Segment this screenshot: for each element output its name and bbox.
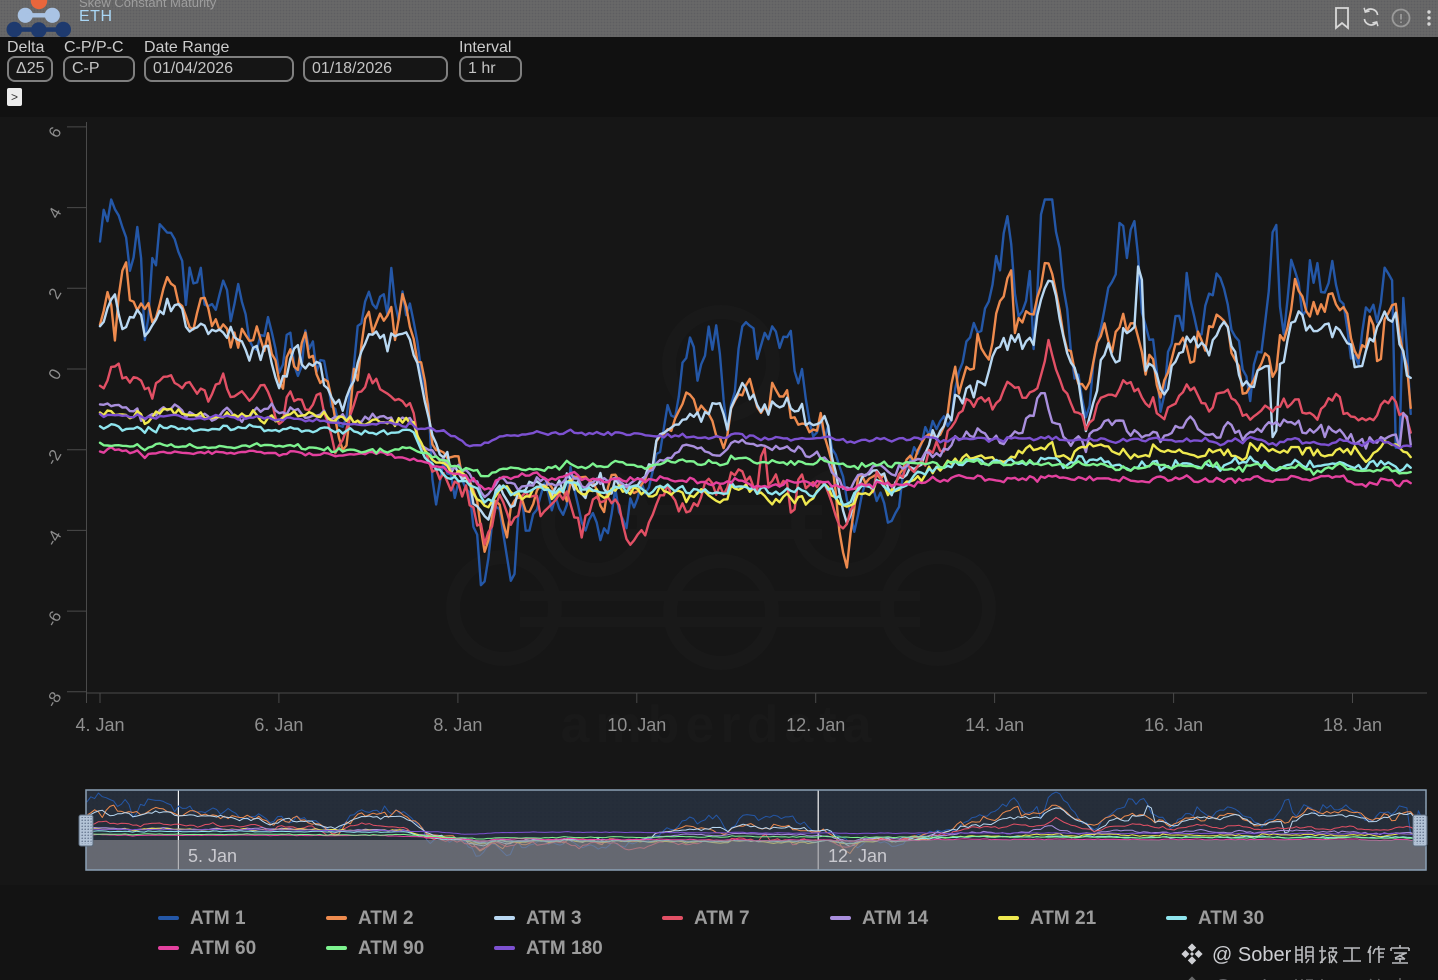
svg-text:10. Jan: 10. Jan [607, 715, 666, 735]
svg-text:12. Jan: 12. Jan [828, 846, 887, 866]
svg-text:8. Jan: 8. Jan [433, 715, 482, 735]
svg-text:12. Jan: 12. Jan [786, 715, 845, 735]
svg-text:14. Jan: 14. Jan [965, 715, 1024, 735]
svg-text:18. Jan: 18. Jan [1323, 715, 1382, 735]
svg-text:6. Jan: 6. Jan [254, 715, 303, 735]
svg-text:16. Jan: 16. Jan [1144, 715, 1203, 735]
svg-text:5. Jan: 5. Jan [188, 846, 237, 866]
svg-text:4. Jan: 4. Jan [75, 715, 124, 735]
